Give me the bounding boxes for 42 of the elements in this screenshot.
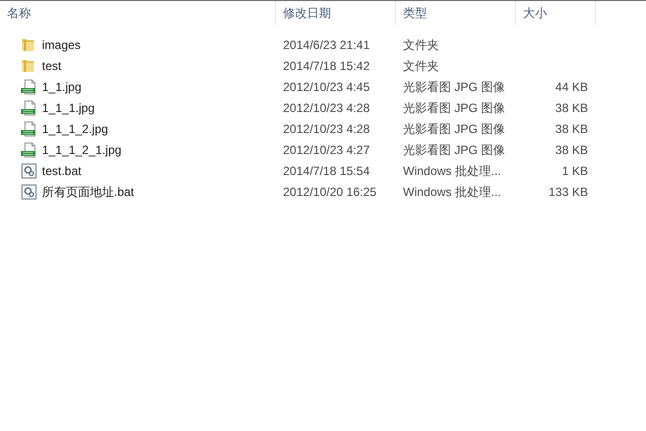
image-file-icon [21, 120, 37, 136]
file-size: 38 KB [555, 122, 588, 136]
date-modified: 2014/7/18 15:54 [283, 164, 370, 178]
date-modified: 2012/10/23 4:28 [283, 100, 370, 114]
file-name[interactable]: 1_1.jpg [42, 78, 82, 96]
file-size: 38 KB [555, 142, 588, 156]
file-type: Windows 批处理... [403, 184, 502, 198]
file-type: 光影看图 JPG 图像 [403, 80, 506, 94]
file-size: 44 KB [555, 80, 588, 94]
file-name[interactable]: 1_1_1_2_1.jpg [42, 140, 122, 158]
folder-icon [21, 58, 35, 73]
file-type: 光影看图 JPG 图像 [403, 122, 506, 136]
file-size: 1 KB [562, 164, 588, 178]
column-header[interactable]: 名称 [7, 4, 31, 22]
file-type: 光影看图 JPG 图像 [403, 100, 506, 114]
column-header[interactable]: 类型 [403, 4, 427, 22]
image-file-icon [21, 78, 37, 94]
date-modified: 2014/6/23 21:41 [283, 38, 370, 52]
file-name[interactable]: 1_1_1.jpg [42, 98, 95, 116]
file-type: Windows 批处理... [403, 164, 502, 178]
date-modified: 2014/7/18 15:42 [283, 58, 370, 72]
file-name[interactable]: images [42, 36, 81, 54]
image-file-icon [21, 100, 37, 116]
date-modified: 2012/10/23 4:28 [283, 122, 370, 136]
file-type: 光影看图 JPG 图像 [403, 142, 506, 156]
file-size: 38 KB [555, 100, 588, 114]
file-type: 文件夹 [403, 58, 439, 72]
column-header[interactable]: 修改日期 [283, 4, 331, 22]
file-type: 文件夹 [403, 38, 439, 52]
file-name[interactable]: 1_1_1_2.jpg [42, 120, 108, 138]
gear-file-icon [21, 184, 37, 200]
date-modified: 2012/10/20 16:25 [283, 184, 376, 198]
file-name[interactable]: test [42, 56, 62, 74]
date-modified: 2012/10/23 4:45 [283, 80, 370, 94]
gear-file-icon [21, 162, 37, 178]
image-file-icon [21, 142, 37, 158]
folder-icon [21, 37, 35, 52]
column-header[interactable]: 大小 [523, 4, 547, 22]
file-name[interactable]: 所有页面地址.bat [42, 182, 134, 200]
file-name[interactable]: test.bat [42, 162, 82, 180]
file-size: 133 KB [548, 184, 588, 198]
date-modified: 2012/10/23 4:27 [283, 142, 370, 156]
